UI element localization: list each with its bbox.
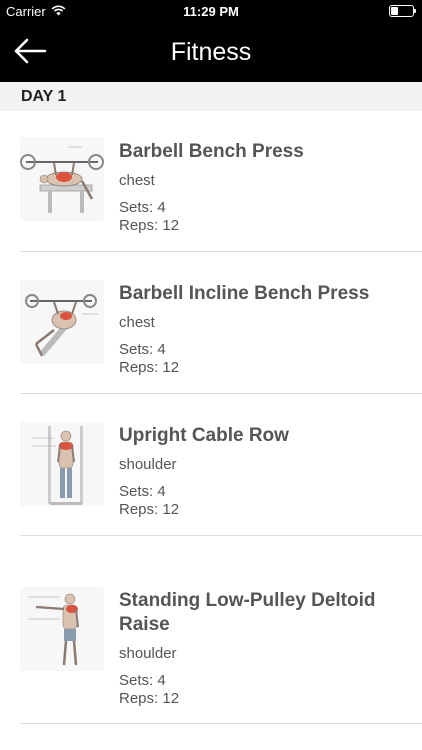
exercise-name: Barbell Bench Press: [119, 141, 304, 162]
page-title: Fitness: [170, 38, 252, 66]
bench-press-illustration: [20, 137, 104, 221]
status-bar: Carrier 11:29 PM: [0, 0, 422, 22]
exercise-name: Upright Cable Row: [119, 425, 289, 446]
exercise-sets: Sets: 4: [119, 672, 166, 689]
section-header: DAY 1: [0, 82, 422, 111]
separator-inset: [0, 723, 20, 724]
exercise-sets: Sets: 4: [119, 483, 166, 500]
exercise-row[interactable]: Barbell Incline Bench Press chest Sets: …: [0, 252, 422, 394]
battery-icon: [389, 5, 416, 17]
battery-level: [391, 7, 399, 15]
status-time: 11:29 PM: [183, 4, 239, 19]
exercise-muscle: shoulder: [119, 645, 177, 662]
exercise-row[interactable]: Upright Cable Row shoulder Sets: 4 Reps:…: [0, 394, 422, 536]
incline-bench-press-illustration: [20, 280, 104, 364]
exercise-muscle: shoulder: [119, 456, 177, 473]
exercise-sets: Sets: 4: [119, 341, 166, 358]
exercise-muscle: chest: [119, 314, 155, 331]
exercise-row[interactable]: Barbell Bench Press chest Sets: 4 Reps: …: [0, 111, 422, 252]
exercise-reps: Reps: 12: [119, 690, 180, 707]
exercise-muscle: chest: [119, 172, 155, 189]
cable-row-illustration: [20, 422, 104, 506]
exercise-name: Standing Low-Pulley Deltoid Raise: [119, 590, 376, 635]
exercise-reps: Reps: 12: [119, 359, 180, 376]
exercise-list: Barbell Bench Press chest Sets: 4 Reps: …: [0, 111, 422, 724]
nav-bar: Fitness: [0, 22, 422, 82]
exercise-name: Barbell Incline Bench Press: [119, 283, 370, 304]
exercise-reps: Reps: 12: [119, 217, 180, 234]
deltoid-raise-illustration: [20, 587, 104, 671]
exercise-row[interactable]: Standing Low-Pulley Deltoid Raise should…: [0, 536, 422, 724]
exercise-reps: Reps: 12: [119, 501, 180, 518]
exercise-sets: Sets: 4: [119, 199, 166, 216]
